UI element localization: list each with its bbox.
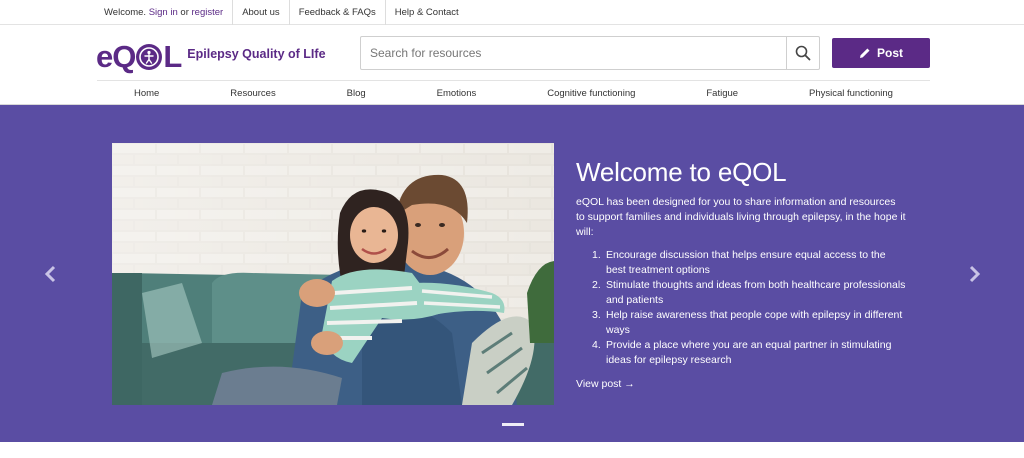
nav-item-physical-functioning[interactable]: Physical functioning — [809, 88, 893, 99]
about-us-link[interactable]: About us — [232, 0, 289, 25]
logo-wordmark: eQ L — [96, 39, 182, 75]
or-text: or — [180, 7, 189, 18]
list-text: Provide a place where you are an equal p… — [606, 339, 892, 366]
post-button[interactable]: Post — [832, 38, 930, 68]
pencil-icon — [859, 48, 870, 58]
top-utility-links: Welcome. Sign in or register About us Fe… — [96, 0, 468, 25]
list-number: 3. — [592, 309, 601, 321]
list-text: Encourage discussion that helps ensure e… — [606, 249, 886, 276]
site-header: eQ L Epilepsy Quality of LIfe Post — [0, 26, 1024, 80]
search-button[interactable] — [786, 37, 819, 69]
logo-text-left: eQ — [96, 39, 136, 74]
logo-text-right: L — [163, 39, 182, 74]
welcome-text: Welcome. — [104, 7, 147, 18]
view-post-link[interactable]: View post → — [576, 378, 906, 390]
list-number: 2. — [592, 279, 601, 291]
hero-photo — [112, 143, 554, 405]
site-logo[interactable]: eQ L Epilepsy Quality of LIfe — [96, 39, 326, 75]
help-contact-link[interactable]: Help & Contact — [384, 0, 468, 25]
search-input[interactable] — [361, 37, 786, 69]
hero-goals-list: 1. Encourage discussion that helps ensure… — [576, 248, 906, 368]
list-item: 2. Stimulate thoughts and ideas from both… — [576, 278, 906, 308]
list-text: Help raise awareness that people cope wi… — [606, 309, 903, 336]
sign-in-link[interactable]: Sign in — [149, 7, 178, 18]
top-utility-bar: Welcome. Sign in or register About us Fe… — [0, 0, 1024, 25]
list-item: 3. Help raise awareness that people cope … — [576, 308, 906, 338]
list-number: 1. — [592, 249, 601, 261]
list-text: Stimulate thoughts and ideas from both h… — [606, 279, 906, 306]
chevron-left-icon — [44, 265, 56, 283]
welcome-segment: Welcome. Sign in or register — [96, 0, 232, 25]
post-button-label: Post — [876, 46, 903, 60]
nav-item-fatigue[interactable]: Fatigue — [706, 88, 738, 99]
main-nav: Home Resources Blog Emotions Cognitive f… — [97, 80, 930, 105]
search-icon — [795, 45, 811, 61]
carousel-next-button[interactable] — [967, 265, 981, 288]
hero-content: Welcome to eQOL eQOL has been designed f… — [576, 157, 906, 390]
logo-tagline: Epilepsy Quality of LIfe — [187, 47, 326, 61]
hero-intro: eQOL has been designed for you to share … — [576, 196, 906, 238]
feedback-faqs-link[interactable]: Feedback & FAQs — [288, 0, 385, 25]
nav-item-resources[interactable]: Resources — [230, 88, 275, 99]
nav-item-blog[interactable]: Blog — [347, 88, 366, 99]
chevron-right-icon — [969, 265, 981, 283]
nav-item-emotions[interactable]: Emotions — [437, 88, 477, 99]
carousel-prev-button[interactable] — [44, 265, 58, 288]
carousel-indicator-active[interactable] — [502, 423, 524, 426]
register-link[interactable]: register — [192, 7, 224, 18]
search-bar — [360, 36, 820, 70]
hero-carousel: Welcome to eQOL eQOL has been designed f… — [0, 105, 1024, 442]
list-item: 4. Provide a place where you are an equal… — [576, 338, 906, 368]
nav-item-home[interactable]: Home — [134, 88, 159, 99]
person-icon — [136, 44, 163, 70]
list-number: 4. — [592, 339, 601, 351]
list-item: 1. Encourage discussion that helps ensure… — [576, 248, 906, 278]
nav-item-cognitive-functioning[interactable]: Cognitive functioning — [547, 88, 635, 99]
hero-title: Welcome to eQOL — [576, 157, 787, 187]
